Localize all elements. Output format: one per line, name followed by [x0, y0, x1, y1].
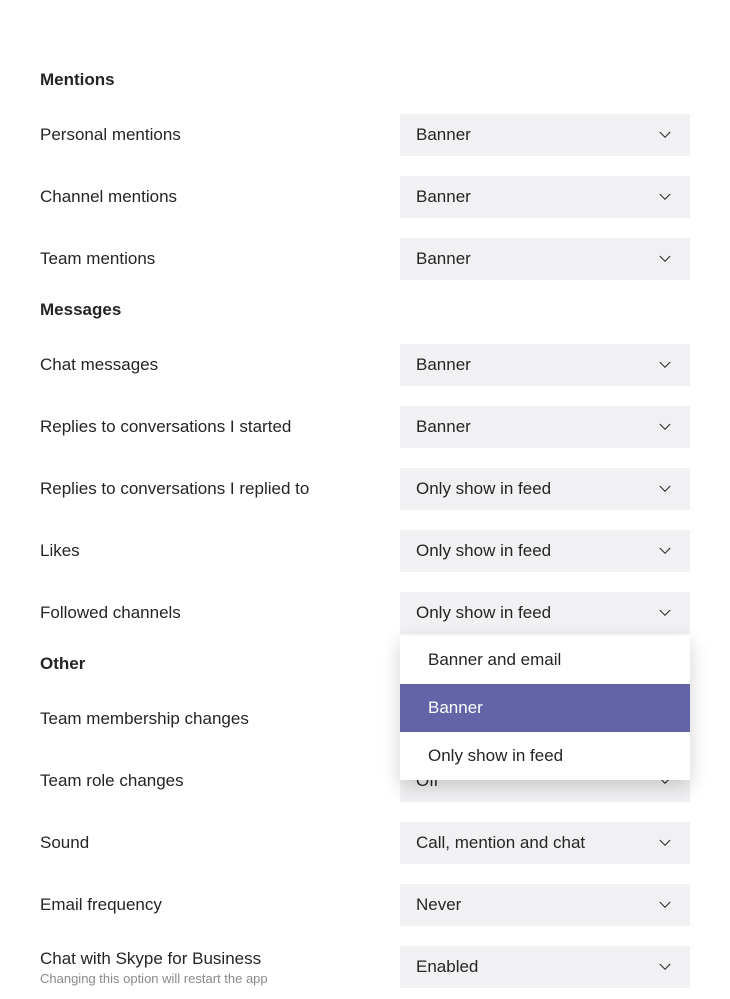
setting-label: Team membership changes — [40, 709, 400, 729]
chevron-down-icon — [656, 542, 674, 560]
dropdown-toggle[interactable]: Only show in feed — [400, 592, 690, 634]
chevron-down-icon — [656, 896, 674, 914]
dropdown-value: Banner — [416, 125, 471, 145]
dropdown-option-only-show-in-feed[interactable]: Only show in feed — [400, 732, 690, 780]
dropdown-toggle[interactable]: Enabled — [400, 946, 690, 988]
chevron-down-icon — [656, 188, 674, 206]
dropdown-toggle[interactable]: Banner — [400, 406, 690, 448]
setting-row-replies-started: Replies to conversations I started Banne… — [40, 406, 690, 448]
dropdown-team-mentions[interactable]: Banner — [400, 238, 690, 280]
dropdown-replies-replied[interactable]: Only show in feed — [400, 468, 690, 510]
setting-row-team-mentions: Team mentions Banner — [40, 238, 690, 280]
dropdown-followed-channels[interactable]: Only show in feed Banner and email Banne… — [400, 592, 690, 634]
dropdown-chat-skype[interactable]: Enabled — [400, 946, 690, 988]
dropdown-likes[interactable]: Only show in feed — [400, 530, 690, 572]
setting-label: Personal mentions — [40, 125, 400, 145]
dropdown-option-banner[interactable]: Banner — [400, 684, 690, 732]
dropdown-value: Enabled — [416, 957, 478, 977]
setting-row-email-frequency: Email frequency Never — [40, 884, 690, 926]
setting-row-chat-messages: Chat messages Banner — [40, 344, 690, 386]
setting-label: Channel mentions — [40, 187, 400, 207]
setting-row-sound: Sound Call, mention and chat — [40, 822, 690, 864]
dropdown-toggle[interactable]: Call, mention and chat — [400, 822, 690, 864]
dropdown-toggle[interactable]: Banner — [400, 176, 690, 218]
chevron-down-icon — [656, 356, 674, 374]
dropdown-value: Only show in feed — [416, 541, 551, 561]
chevron-down-icon — [656, 834, 674, 852]
dropdown-value: Only show in feed — [416, 479, 551, 499]
setting-label: Likes — [40, 541, 400, 561]
dropdown-value: Banner — [416, 417, 471, 437]
dropdown-channel-mentions[interactable]: Banner — [400, 176, 690, 218]
dropdown-toggle[interactable]: Banner — [400, 114, 690, 156]
setting-sublabel: Changing this option will restart the ap… — [40, 971, 400, 986]
dropdown-value: Call, mention and chat — [416, 833, 585, 853]
dropdown-personal-mentions[interactable]: Banner — [400, 114, 690, 156]
chevron-down-icon — [656, 250, 674, 268]
setting-label: Chat with Skype for Business — [40, 949, 400, 969]
dropdown-toggle[interactable]: Never — [400, 884, 690, 926]
dropdown-chat-messages[interactable]: Banner — [400, 344, 690, 386]
setting-label: Team mentions — [40, 249, 400, 269]
setting-row-channel-mentions: Channel mentions Banner — [40, 176, 690, 218]
setting-label: Sound — [40, 833, 400, 853]
section-heading-messages: Messages — [40, 300, 690, 320]
dropdown-replies-started[interactable]: Banner — [400, 406, 690, 448]
dropdown-toggle[interactable]: Only show in feed — [400, 468, 690, 510]
section-heading-mentions: Mentions — [40, 70, 690, 90]
chevron-down-icon — [656, 480, 674, 498]
dropdown-value: Banner — [416, 187, 471, 207]
setting-row-replies-replied: Replies to conversations I replied to On… — [40, 468, 690, 510]
setting-label: Chat messages — [40, 355, 400, 375]
dropdown-toggle[interactable]: Only show in feed — [400, 530, 690, 572]
dropdown-email-frequency[interactable]: Never — [400, 884, 690, 926]
chevron-down-icon — [656, 126, 674, 144]
setting-label: Team role changes — [40, 771, 400, 791]
setting-label-wrap: Chat with Skype for Business Changing th… — [40, 949, 400, 986]
setting-row-chat-skype: Chat with Skype for Business Changing th… — [40, 946, 690, 988]
chevron-down-icon — [656, 418, 674, 436]
dropdown-menu-followed-channels: Banner and email Banner Only show in fee… — [400, 636, 690, 780]
setting-label: Email frequency — [40, 895, 400, 915]
dropdown-value: Banner — [416, 249, 471, 269]
dropdown-toggle[interactable]: Banner — [400, 238, 690, 280]
setting-label: Replies to conversations I replied to — [40, 479, 400, 499]
setting-row-followed-channels: Followed channels Only show in feed Bann… — [40, 592, 690, 634]
setting-label: Followed channels — [40, 603, 400, 623]
chevron-down-icon — [656, 958, 674, 976]
dropdown-toggle[interactable]: Banner — [400, 344, 690, 386]
chevron-down-icon — [656, 604, 674, 622]
setting-label: Replies to conversations I started — [40, 417, 400, 437]
dropdown-sound[interactable]: Call, mention and chat — [400, 822, 690, 864]
dropdown-value: Never — [416, 895, 461, 915]
dropdown-option-banner-and-email[interactable]: Banner and email — [400, 636, 690, 684]
setting-row-personal-mentions: Personal mentions Banner — [40, 114, 690, 156]
setting-row-likes: Likes Only show in feed — [40, 530, 690, 572]
dropdown-value: Banner — [416, 355, 471, 375]
dropdown-value: Only show in feed — [416, 603, 551, 623]
